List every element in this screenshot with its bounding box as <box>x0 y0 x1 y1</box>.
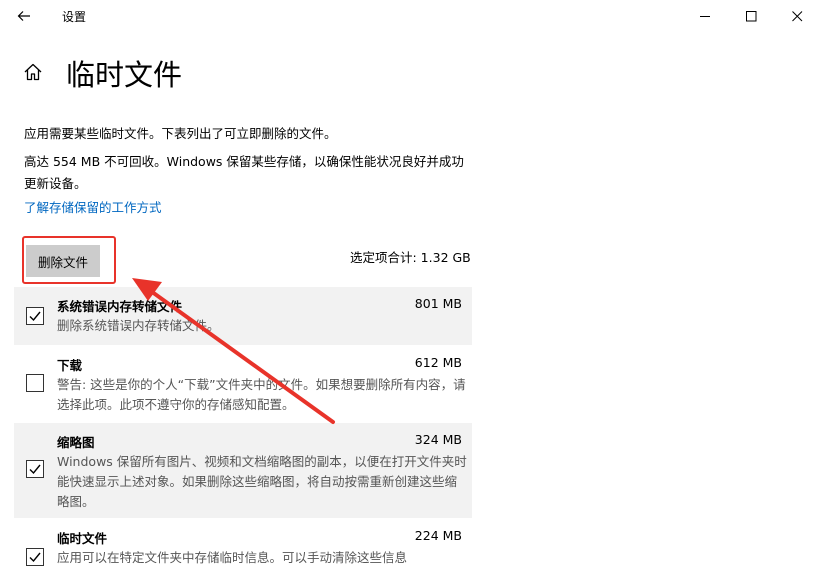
maximize-button[interactable] <box>728 0 774 32</box>
item-title: 系统错误内存转储文件 <box>57 299 183 314</box>
close-icon <box>791 10 802 21</box>
home-icon <box>24 63 42 81</box>
item-size: 801 MB <box>414 296 462 311</box>
page-description: 应用需要某些临时文件。下表列出了可立即删除的文件。 <box>24 126 337 141</box>
window-title: 设置 <box>62 10 87 24</box>
item-title: 缩略图 <box>57 435 95 450</box>
minimize-icon <box>699 15 710 17</box>
checkmark-icon <box>29 311 41 322</box>
list-item-downloads: 下载 612 MB 警告: 这些是你的个人“下载”文件夹中的文件。如果想要删除所… <box>14 346 472 422</box>
checkbox-memory-dump[interactable] <box>26 307 44 325</box>
checkmark-icon <box>29 552 41 563</box>
item-size: 324 MB <box>414 432 462 447</box>
checkbox-downloads[interactable] <box>26 374 44 392</box>
back-arrow-icon <box>17 11 30 21</box>
total-selected-label: 选定项合计: 1.32 GB <box>350 250 471 265</box>
checkbox-thumbnails[interactable] <box>26 460 44 478</box>
delete-files-button[interactable]: 删除文件 <box>26 245 100 277</box>
page-title: 临时文件 <box>66 58 183 92</box>
item-title: 临时文件 <box>57 531 108 546</box>
item-size: 612 MB <box>414 355 462 370</box>
list-item-thumbnails: 缩略图 324 MB Windows 保留所有图片、视频和文档缩略图的副本，以便… <box>14 423 472 518</box>
reserved-storage-note: 高达 554 MB 不可回收。Windows 保留某些存储，以确保性能状况良好并… <box>24 154 464 191</box>
checkmark-icon <box>29 464 41 475</box>
list-item-memory-dump: 系统错误内存转储文件 801 MB 删除系统错误内存转储文件。 <box>14 287 472 345</box>
close-button[interactable] <box>774 0 820 32</box>
item-title: 下载 <box>57 358 83 373</box>
item-description: 警告: 这些是你的个人“下载”文件夹中的文件。如果想要删除所有内容，请选择此项。… <box>57 377 466 412</box>
item-description: 应用可以在特定文件夹中存储临时信息。可以手动清除这些信息 <box>57 550 408 565</box>
item-size: 224 MB <box>414 528 462 543</box>
minimize-button[interactable] <box>682 0 728 32</box>
list-item-temp-files: 临时文件 224 MB 应用可以在特定文件夹中存储临时信息。可以手动清除这些信息 <box>14 519 472 567</box>
home-button[interactable] <box>22 61 46 85</box>
back-button[interactable] <box>10 3 38 29</box>
learn-storage-reserve-link[interactable]: 了解存储保留的工作方式 <box>24 197 162 216</box>
item-description: Windows 保留所有图片、视频和文档缩略图的副本，以便在打开文件夹时能快速显… <box>57 454 467 509</box>
title-bar: 设置 <box>0 0 820 32</box>
maximize-icon <box>745 10 756 21</box>
checkbox-temp-files[interactable] <box>26 548 44 566</box>
item-description: 删除系统错误内存转储文件。 <box>57 318 220 333</box>
